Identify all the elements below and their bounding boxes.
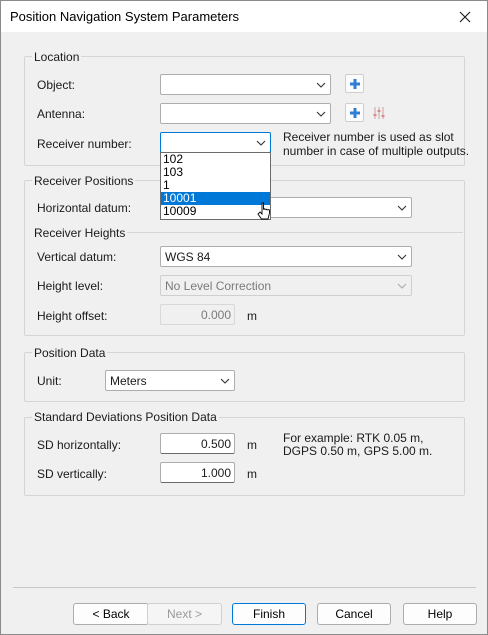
sd-vertical-unit: m — [247, 467, 257, 481]
receiver-number-dropdown: 102 103 1 10001 10009 — [160, 152, 271, 220]
add-object-button[interactable] — [345, 74, 364, 93]
antenna-label: Antenna: — [37, 107, 86, 121]
vertical-datum-combo[interactable]: WGS 84 — [160, 246, 412, 267]
receiver-number-combo[interactable] — [160, 132, 271, 153]
close-button[interactable] — [443, 1, 487, 32]
unit-combo[interactable]: Meters — [105, 370, 235, 391]
window-title: Position Navigation System Parameters — [10, 9, 240, 24]
footer-separator — [13, 587, 476, 588]
close-icon — [459, 11, 471, 22]
chevron-down-icon — [256, 140, 266, 146]
sd-horizontal-input[interactable]: 0.500 — [160, 433, 235, 454]
height-level-combo[interactable]: No Level Correction — [160, 275, 412, 296]
plus-icon — [349, 78, 360, 89]
dropdown-option[interactable]: 103 — [161, 166, 270, 179]
chevron-down-icon — [397, 283, 407, 289]
height-offset-unit: m — [247, 309, 257, 323]
chevron-down-icon — [220, 378, 230, 384]
next-button[interactable]: Next > — [147, 603, 222, 625]
cancel-button[interactable]: Cancel — [317, 603, 391, 625]
chevron-down-icon — [397, 205, 407, 211]
receiver-note-line2: number in case of multiple outputs. — [283, 144, 470, 158]
unit-label: Unit: — [37, 374, 62, 388]
object-combo[interactable] — [160, 74, 331, 95]
chevron-down-icon — [397, 254, 407, 260]
receiver-number-label: Receiver number: — [37, 137, 132, 151]
receiver-note-line1: Receiver number is used as slot — [283, 130, 454, 144]
receiver-heights-title: Receiver Heights — [32, 226, 128, 240]
back-button[interactable]: < Back — [73, 603, 149, 625]
sd-example-line1: For example: RTK 0.05 m, — [283, 431, 424, 445]
sd-horizontal-unit: m — [247, 438, 257, 452]
plus-icon — [349, 107, 360, 118]
vertical-datum-label: Vertical datum: — [37, 250, 117, 264]
height-offset-input[interactable]: 0.000 — [160, 304, 235, 325]
chevron-down-icon — [316, 82, 326, 88]
add-antenna-button[interactable] — [345, 103, 364, 122]
help-button[interactable]: Help — [403, 603, 477, 625]
dropdown-option[interactable]: 10009 — [161, 205, 270, 218]
dialog-window: Position Navigation System Parameters Lo… — [0, 0, 488, 635]
sliders-icon — [373, 106, 384, 119]
antenna-settings-button[interactable] — [369, 103, 388, 122]
mouse-cursor-icon — [257, 202, 270, 220]
height-offset-label: Height offset: — [37, 309, 108, 323]
location-group-title: Location — [32, 50, 82, 64]
std-dev-title: Standard Deviations Position Data — [32, 410, 219, 424]
antenna-combo[interactable] — [160, 103, 331, 124]
object-label: Object: — [37, 78, 76, 92]
position-data-title: Position Data — [32, 346, 108, 360]
vertical-datum-value: WGS 84 — [165, 250, 211, 264]
receiver-positions-title: Receiver Positions — [32, 174, 136, 188]
chevron-down-icon — [316, 111, 326, 117]
height-level-label: Height level: — [37, 279, 104, 293]
sd-example-line2: DGPS 0.50 m, GPS 5.00 m. — [283, 444, 433, 458]
height-level-value: No Level Correction — [165, 279, 272, 293]
sd-vertical-input[interactable]: 1.000 — [160, 462, 235, 483]
sd-horizontal-label: SD horizontally: — [37, 438, 122, 452]
horizontal-datum-label: Horizontal datum: — [37, 201, 132, 215]
unit-value: Meters — [110, 374, 147, 388]
finish-button[interactable]: Finish — [232, 603, 306, 625]
sd-vertical-label: SD vertically: — [37, 467, 108, 481]
title-bar: Position Navigation System Parameters — [1, 1, 487, 32]
receiver-heights-divider — [119, 232, 463, 233]
